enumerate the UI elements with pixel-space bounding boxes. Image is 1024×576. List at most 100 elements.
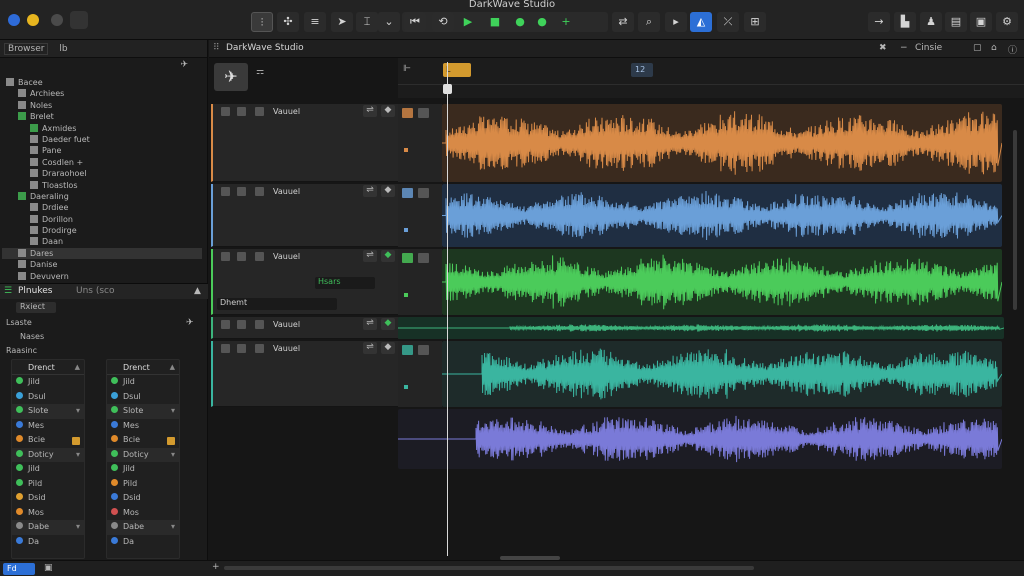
track-input-select[interactable]: Hsars: [315, 277, 375, 289]
track-select-icon[interactable]: [221, 320, 230, 329]
play-icon[interactable]: ▶: [457, 12, 479, 32]
plugin-filter-3[interactable]: Raasinc: [6, 346, 37, 355]
plugin-slot[interactable]: Jild: [107, 375, 179, 390]
browser-item[interactable]: Draraohoel: [2, 168, 202, 179]
track-mute-icon[interactable]: [237, 344, 246, 353]
audio-region[interactable]: [442, 249, 1002, 315]
export-icon[interactable]: →: [868, 12, 890, 32]
grid-icon[interactable]: ⊞: [744, 12, 766, 32]
editor-icon[interactable]: ▤: [945, 12, 967, 32]
track-mute-icon[interactable]: [237, 320, 246, 329]
browser-item[interactable]: Daan: [2, 236, 202, 247]
track-mute-icon[interactable]: [237, 187, 246, 196]
plugin-slot[interactable]: Dsul: [107, 390, 179, 405]
plugin-slot[interactable]: Mes: [107, 419, 179, 434]
settings-gear-icon[interactable]: ⚙: [996, 12, 1018, 32]
pointer-tool-button[interactable]: ✣: [277, 12, 299, 32]
airplane-mode-icon[interactable]: ✈: [214, 63, 248, 91]
plugin-slot[interactable]: Dsul: [12, 390, 84, 405]
close-circle-icon[interactable]: ✖: [879, 43, 887, 53]
browser-item[interactable]: Dorillon: [2, 214, 202, 225]
snap-icon[interactable]: ⤫: [717, 12, 739, 32]
plugins-toggle-icon[interactable]: ☰: [4, 286, 12, 296]
plugin-slot[interactable]: Dsid: [12, 491, 84, 506]
plugin-slot[interactable]: Dsid: [107, 491, 179, 506]
audio-region[interactable]: [442, 104, 1002, 182]
record-icon[interactable]: ●: [509, 12, 531, 32]
search-icon[interactable]: ⌕: [638, 12, 660, 32]
plugin-slot[interactable]: Doticy ▾: [12, 447, 84, 463]
plugin-slot[interactable]: Jild: [12, 375, 84, 390]
chevron-down-icon[interactable]: ▾: [171, 448, 175, 463]
track-solo-button[interactable]: [418, 345, 429, 355]
minus-icon[interactable]: −: [900, 43, 908, 53]
track-automation-dot[interactable]: [404, 228, 408, 232]
track-header[interactable]: Vauuel ⇌ ◆: [211, 317, 398, 339]
track-name[interactable]: Vauuel: [273, 320, 300, 329]
chevron-down-icon[interactable]: ▾: [171, 520, 175, 535]
arrange-tab-title[interactable]: DarkWave Studio: [226, 43, 304, 53]
playhead-handle[interactable]: [443, 84, 452, 94]
add-track-icon[interactable]: +: [212, 562, 220, 572]
plugin-slot[interactable]: Da: [12, 535, 84, 550]
status-icon[interactable]: ▣: [44, 563, 53, 573]
track-name[interactable]: Vauuel: [273, 187, 300, 196]
lock-icon[interactable]: ⌂: [991, 43, 997, 53]
stop-icon[interactable]: ■: [484, 12, 506, 32]
forward-icon[interactable]: ▸: [665, 12, 687, 32]
chevron-down-icon[interactable]: ▾: [171, 404, 175, 419]
library-icon[interactable]: ▙: [894, 12, 916, 32]
plugin-slot[interactable]: Mes: [12, 419, 84, 434]
track-edit-icon[interactable]: ⇌: [363, 105, 377, 117]
timeline-ruler[interactable]: ⊩ L 12: [398, 58, 1024, 98]
track-monitor-icon[interactable]: ◆: [381, 250, 395, 262]
track-solo-button[interactable]: [418, 253, 429, 263]
track-header[interactable]: Vauuel ⇌ ◆: [211, 341, 398, 407]
user-icon[interactable]: ♟: [920, 12, 942, 32]
media-icon[interactable]: ▣: [970, 12, 992, 32]
track-output-select[interactable]: Dhemt: [217, 298, 337, 310]
collapse-icon[interactable]: ▲: [75, 360, 80, 375]
track-arm-button[interactable]: [402, 345, 413, 355]
plugin-filter-2[interactable]: Nases: [20, 332, 44, 341]
browser-item[interactable]: Daeraling: [2, 191, 202, 202]
collapse-icon[interactable]: ▲: [170, 360, 175, 375]
chevron-down-icon[interactable]: ▾: [76, 404, 80, 419]
status-label[interactable]: Fd: [3, 563, 35, 575]
horizontal-scrollbar[interactable]: [224, 566, 754, 570]
track-monitor-icon[interactable]: ◆: [381, 318, 395, 330]
plugin-slot[interactable]: Slote ▾: [107, 404, 179, 419]
track-solo-button[interactable]: [418, 188, 429, 198]
track-header[interactable]: Vauuel ⇌ ◆: [211, 104, 398, 182]
browser-item[interactable]: Bacee: [2, 77, 202, 88]
browser-item[interactable]: Danise: [2, 259, 202, 270]
cycle-icon[interactable]: ⇄: [612, 12, 634, 32]
track-folder-icon[interactable]: [255, 107, 264, 116]
track-mute-icon[interactable]: [237, 252, 246, 261]
rewind-icon[interactable]: ⏮: [404, 12, 426, 32]
track-edit-icon[interactable]: ⇌: [363, 185, 377, 197]
track-automation-dot[interactable]: [404, 148, 408, 152]
list-view-button[interactable]: ≡: [304, 12, 326, 32]
plugin-badge-icon[interactable]: [72, 437, 80, 445]
maximize-window-button[interactable]: [51, 14, 63, 26]
vertical-scrollbar[interactable]: [1013, 130, 1017, 310]
dropdown-button[interactable]: ⌄: [378, 12, 400, 32]
plugin-search-input[interactable]: Rxiect: [16, 302, 56, 313]
track-select-icon[interactable]: [221, 344, 230, 353]
browser-item[interactable]: Archiees: [2, 88, 202, 99]
pin-icon[interactable]: ✈: [180, 60, 188, 70]
plugin-strip-title[interactable]: Drenct ▲: [12, 360, 84, 375]
plugin-slot[interactable]: Mos: [12, 506, 84, 521]
track-folder-icon[interactable]: [255, 252, 264, 261]
add-icon[interactable]: +: [555, 12, 577, 32]
chevron-down-icon[interactable]: ▾: [76, 448, 80, 463]
info-icon[interactable]: ⓘ: [1008, 43, 1017, 56]
plugin-slot[interactable]: Jild: [12, 462, 84, 477]
track-automation-dot[interactable]: [404, 293, 408, 297]
track-name[interactable]: Vauuel: [273, 252, 300, 261]
plugin-slot[interactable]: Da: [107, 535, 179, 550]
play-alt-icon[interactable]: ●: [531, 12, 553, 32]
browser-item[interactable]: Drodirge: [2, 225, 202, 236]
plugin-slot[interactable]: Doticy ▾: [107, 447, 179, 463]
